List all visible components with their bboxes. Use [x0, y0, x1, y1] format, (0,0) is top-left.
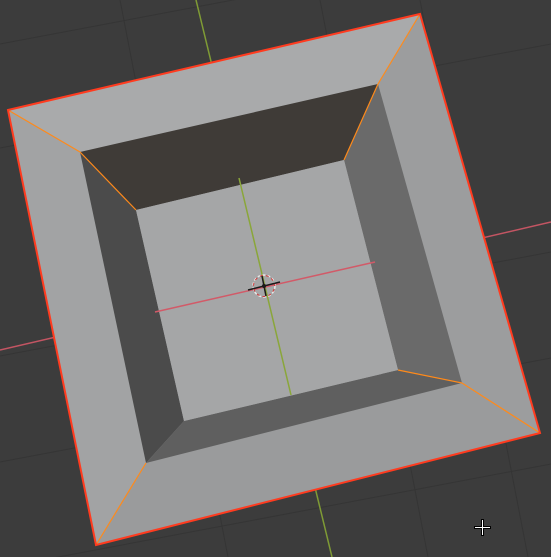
3d-viewport[interactable]: [0, 0, 551, 557]
viewport-scene[interactable]: [0, 0, 551, 557]
